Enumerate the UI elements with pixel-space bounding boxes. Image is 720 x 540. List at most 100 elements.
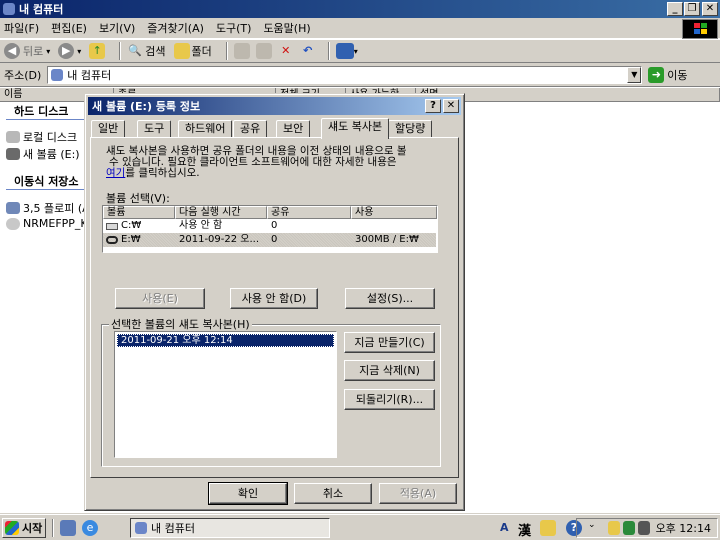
- menu-favorites[interactable]: 즐겨찾기(A): [147, 20, 204, 36]
- drive-icon: [6, 148, 20, 160]
- address-value: 내 컴퓨터: [67, 68, 112, 82]
- menu-bar: 파일(F) 편집(E) 보기(V) 즐겨찾기(A) 도구(T) 도움말(H): [0, 18, 720, 38]
- address-input[interactable]: 내 컴퓨터 ▼: [47, 65, 643, 84]
- search-button[interactable]: 🔍 검색: [127, 43, 165, 59]
- maximize-button[interactable]: ❐: [684, 2, 700, 16]
- back-label: 뒤로: [23, 45, 44, 58]
- taskbar: 시작 e 내 컴퓨터 A 漢 ? ⌄ 오후 12:14: [0, 514, 720, 540]
- item-label: 3,5 플로피 (A: [23, 202, 90, 215]
- list-item[interactable]: 로컬 디스크: [6, 129, 77, 145]
- enable-button[interactable]: 사용(E): [115, 288, 205, 309]
- snapshot-list[interactable]: 2011-09-21 오후 12:14: [114, 331, 337, 458]
- start-button[interactable]: 시작: [2, 518, 46, 538]
- close-button[interactable]: ✕: [702, 2, 718, 16]
- ok-button[interactable]: 확인: [208, 482, 288, 505]
- tab-tools[interactable]: 도구: [137, 120, 172, 138]
- my-computer-icon: [51, 68, 64, 81]
- dialog-close-button[interactable]: ✕: [443, 99, 459, 113]
- settings-button[interactable]: 설정(S)...: [345, 288, 435, 309]
- column-shares[interactable]: 공유: [267, 206, 351, 219]
- address-bar: 주소(D) 내 컴퓨터 ▼ ➜ 이동: [0, 63, 720, 87]
- clock-drive-icon: [106, 236, 118, 244]
- chevron-down-icon: ▾: [46, 46, 51, 56]
- apply-button[interactable]: 적용(A): [379, 483, 457, 504]
- help-button[interactable]: ?: [425, 99, 441, 113]
- tab-security[interactable]: 보안: [276, 120, 311, 138]
- volume-next-run: 사용 안 함: [179, 220, 223, 231]
- minimize-button[interactable]: _: [667, 2, 683, 16]
- tab-quota[interactable]: 할당량: [388, 120, 433, 138]
- list-item[interactable]: NRMEFPP_K: [6, 217, 88, 230]
- views-icon[interactable]: [335, 43, 354, 59]
- snapshot-item[interactable]: 2011-09-21 오후 12:14: [117, 334, 334, 347]
- clock[interactable]: 오후 12:14: [656, 520, 711, 536]
- help-link[interactable]: 여기: [106, 167, 125, 179]
- toolbar-separator: [119, 42, 122, 60]
- revert-button[interactable]: 되돌리기(R)...: [344, 389, 435, 410]
- ime-mode[interactable]: A: [500, 521, 509, 534]
- group-divider: [6, 119, 84, 120]
- address-label: 주소(D): [4, 68, 42, 82]
- volume-name: E:₩: [121, 234, 141, 245]
- up-folder-icon: ↑: [89, 43, 106, 59]
- forward-button[interactable]: ▶ ▾: [58, 43, 81, 59]
- ime-hanja[interactable]: 漢: [518, 520, 531, 539]
- description-line: 를 클릭하십시오.: [125, 167, 200, 179]
- show-desktop-icon[interactable]: [60, 520, 76, 536]
- up-folder-button[interactable]: ↑: [89, 43, 106, 59]
- volume-row[interactable]: C:₩ 사용 안 함 0: [103, 219, 436, 233]
- folder-icon: [173, 43, 190, 59]
- tab-shadow-copies[interactable]: 섀도 복사본: [321, 118, 390, 139]
- go-button[interactable]: ➜ 이동: [648, 66, 688, 83]
- undo-icon[interactable]: ↶: [300, 43, 316, 59]
- internet-explorer-icon[interactable]: e: [82, 520, 98, 536]
- menu-help[interactable]: 도움말(H): [263, 20, 310, 36]
- address-dropdown-button[interactable]: ▼: [627, 66, 642, 83]
- tab-general[interactable]: 일반: [91, 120, 126, 138]
- volume-row-selected[interactable]: E:₩ 2011-09-22 오... 0 300MB / E:₩: [103, 233, 436, 247]
- folders-label: 폴더: [191, 45, 212, 58]
- volume-next-run: 2011-09-22 오...: [179, 234, 260, 245]
- window-titlebar[interactable]: 내 컴퓨터 _ ❐ ✕: [0, 0, 720, 18]
- toolbar-separator: [327, 42, 330, 60]
- disable-button[interactable]: 사용 안 함(D): [230, 288, 318, 309]
- snapshot-group-label: 선택한 볼륨의 섀도 복사본(H): [109, 316, 252, 332]
- security-shield-icon[interactable]: [607, 521, 620, 535]
- tab-sharing[interactable]: 공유: [233, 120, 268, 138]
- windows-logo-icon: [5, 521, 19, 535]
- menu-file[interactable]: 파일(F): [4, 20, 39, 36]
- delete-icon[interactable]: ✕: [278, 43, 294, 59]
- list-item[interactable]: 3,5 플로피 (A: [6, 200, 90, 216]
- tab-hardware[interactable]: 하드웨어: [178, 120, 233, 138]
- dialog-title: 새 볼륨 (E:) 등록 정보: [92, 100, 201, 113]
- folders-button[interactable]: 폴더: [173, 43, 212, 59]
- volume-shares: 0: [271, 234, 278, 245]
- column-next-run[interactable]: 다음 실행 시간: [175, 206, 267, 219]
- taskbar-item-my-computer[interactable]: 내 컴퓨터: [130, 518, 330, 538]
- taskbar-item-label: 내 컴퓨터: [151, 522, 195, 535]
- menu-tools[interactable]: 도구(T): [216, 20, 252, 36]
- move-to-icon[interactable]: [233, 43, 250, 59]
- cancel-button[interactable]: 취소: [294, 483, 372, 504]
- menu-view[interactable]: 보기(V): [99, 20, 135, 36]
- copy-to-icon[interactable]: [255, 43, 272, 59]
- toolbar: ◀ 뒤로 ▾ ▶ ▾ ↑ 🔍 검색 폴더 ✕ ↶ ▾: [0, 39, 720, 63]
- search-label: 검색: [145, 45, 166, 58]
- volume-shares: 0: [271, 220, 278, 231]
- delete-now-button[interactable]: 지금 삭제(N): [344, 360, 435, 381]
- search-icon: 🔍: [128, 44, 143, 57]
- menu-edit[interactable]: 편집(E): [51, 20, 87, 36]
- list-item[interactable]: 새 볼륨 (E:): [6, 146, 80, 162]
- volume-list[interactable]: 볼륨 다음 실행 시간 공유 사용 C:₩ 사용 안 함 0 E:₩ 2011-…: [102, 205, 438, 253]
- ime-tool-icon[interactable]: [540, 520, 556, 536]
- dialog-titlebar[interactable]: 새 볼륨 (E:) 등록 정보 ? ✕: [88, 97, 461, 115]
- chevron-down-icon[interactable]: ▾: [354, 47, 358, 56]
- column-used[interactable]: 사용: [351, 206, 437, 219]
- back-button[interactable]: ◀ 뒤로 ▾: [4, 43, 50, 59]
- volume-icon[interactable]: [637, 521, 650, 535]
- network-icon[interactable]: [622, 521, 635, 535]
- create-now-button[interactable]: 지금 만들기(C): [344, 332, 435, 353]
- group-removable: 이동식 저장소: [14, 175, 79, 188]
- system-tray: 오후 12:14: [576, 518, 718, 538]
- column-volume[interactable]: 볼륨: [103, 206, 175, 219]
